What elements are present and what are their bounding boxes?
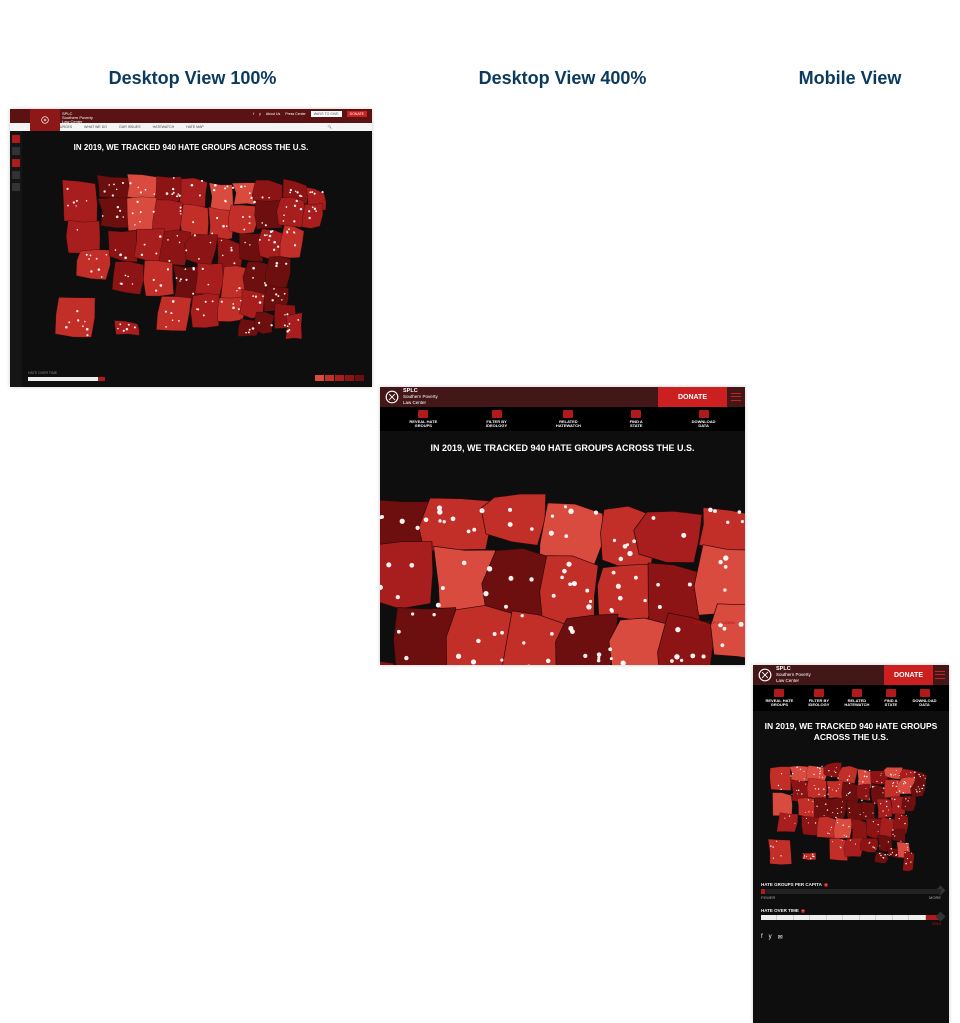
- dc-annotation: DISTRICT OF COLUMBIA: [694, 621, 735, 625]
- screenshot-desktop-100: SPLCSouthern PovertyLaw Center f y About…: [10, 109, 372, 387]
- social-fb-icon[interactable]: f: [253, 112, 254, 116]
- org-name: SPLCSouthern PovertyLaw Center: [776, 666, 811, 684]
- search-icon[interactable]: 🔍: [328, 125, 332, 129]
- splc-logo[interactable]: [30, 109, 60, 131]
- header-bar: SPLCSouthern PovertyLaw Center f y About…: [10, 109, 372, 123]
- toolbar-item[interactable]: FIND ASTATE: [884, 689, 897, 708]
- donate-button[interactable]: DONATE: [347, 111, 367, 117]
- toolbar-item[interactable]: RELATEDHATEWATCH: [556, 410, 581, 429]
- toolbar-item[interactable]: FILTER BYIDEOLOGY: [808, 689, 829, 708]
- map-headline: IN 2019, WE TRACKED 940 HATE GROUPSACROS…: [753, 721, 949, 743]
- toolbar-item[interactable]: RELATEDHATEWATCH: [844, 689, 869, 708]
- legend-capita: [315, 375, 364, 381]
- map-toolbar: REVEAL HATEGROUPS FILTER BYIDEOLOGY RELATE…: [380, 407, 745, 431]
- control-over-time[interactable]: HATE OVER TIME? 2019: [753, 904, 949, 930]
- screenshot-mobile: SPLCSouthern PovertyLaw Center DONATE RE…: [753, 665, 949, 1023]
- map-toolbar: REVEAL HATEGROUPS FILTER BYIDEOLOGY RELATE…: [753, 685, 949, 711]
- header-bar: SPLCSouthern PovertyLaw Center DONATE: [753, 665, 949, 685]
- top-utility-nav: f y About Us Press Center WAYS TO GIVE D…: [253, 111, 367, 117]
- title-desktop-100: Desktop View 100%: [10, 68, 375, 89]
- org-name: SPLCSouthern PovertyLaw Center: [403, 388, 438, 406]
- main-nav: RESOURCES WHAT WE DO OUR ISSUES HATEWATC…: [10, 123, 372, 131]
- toolbar-item[interactable]: REVEAL HATEGROUPS: [409, 410, 437, 429]
- social-tw-icon[interactable]: y: [769, 934, 772, 941]
- nav-issues[interactable]: OUR ISSUES: [119, 125, 141, 129]
- social-tw-icon[interactable]: y: [259, 112, 261, 116]
- screenshot-desktop-400: SPLCSouthern PovertyLaw Center DONATE RE…: [380, 387, 745, 665]
- splc-logo[interactable]: [385, 390, 399, 404]
- nav-hatewatch[interactable]: HATEWATCH: [153, 125, 175, 129]
- nav-hatemap[interactable]: HATE MAP: [186, 125, 204, 129]
- toolbar-item[interactable]: DOWNLOADDATA: [913, 689, 937, 708]
- donate-button[interactable]: DONATE: [658, 387, 727, 407]
- donate-button[interactable]: DONATE: [884, 665, 933, 685]
- us-map-svg[interactable]: [380, 458, 745, 665]
- title-mobile: Mobile View: [750, 68, 950, 89]
- nav-press[interactable]: Press Center: [285, 112, 305, 116]
- toolbar-item[interactable]: DOWNLOADDATA: [692, 410, 716, 429]
- menu-icon[interactable]: [731, 392, 741, 402]
- nav-whatwedo[interactable]: WHAT WE DO: [84, 125, 107, 129]
- social-fb-icon[interactable]: f: [761, 934, 763, 941]
- legend-time: HATE OVER TIME: [28, 371, 105, 381]
- toolbar-item[interactable]: FILTER BYIDEOLOGY: [486, 410, 507, 429]
- ways-to-give-button[interactable]: WAYS TO GIVE: [311, 111, 342, 117]
- toolbar-item[interactable]: FIND ASTATE: [630, 410, 643, 429]
- map-headline: IN 2019, WE TRACKED 940 HATE GROUPS ACRO…: [380, 443, 745, 453]
- map-headline: IN 2019, WE TRACKED 940 HATE GROUPS ACRO…: [10, 143, 372, 152]
- social-share: f y ✉: [753, 930, 949, 945]
- splc-logo[interactable]: [758, 668, 772, 682]
- us-map-svg[interactable]: [756, 748, 946, 878]
- nav-about[interactable]: About Us: [266, 112, 280, 116]
- control-per-capita[interactable]: HATE GROUPS PER CAPITA? FEWERMORE: [753, 878, 949, 904]
- us-map[interactable]: [10, 152, 372, 352]
- sidebar-item[interactable]: [12, 135, 20, 143]
- org-name: SPLCSouthern PovertyLaw Center: [62, 112, 93, 124]
- menu-icon[interactable]: [935, 670, 945, 680]
- toolbar-item[interactable]: REVEAL HATEGROUPS: [765, 689, 793, 708]
- title-desktop-400: Desktop View 400%: [380, 68, 745, 89]
- social-mail-icon[interactable]: ✉: [778, 934, 783, 941]
- header-bar: SPLCSouthern PovertyLaw Center DONATE: [380, 387, 745, 407]
- us-map[interactable]: DISTRICT OF COLUMBIA: [380, 453, 745, 665]
- us-map-svg[interactable]: [38, 157, 358, 352]
